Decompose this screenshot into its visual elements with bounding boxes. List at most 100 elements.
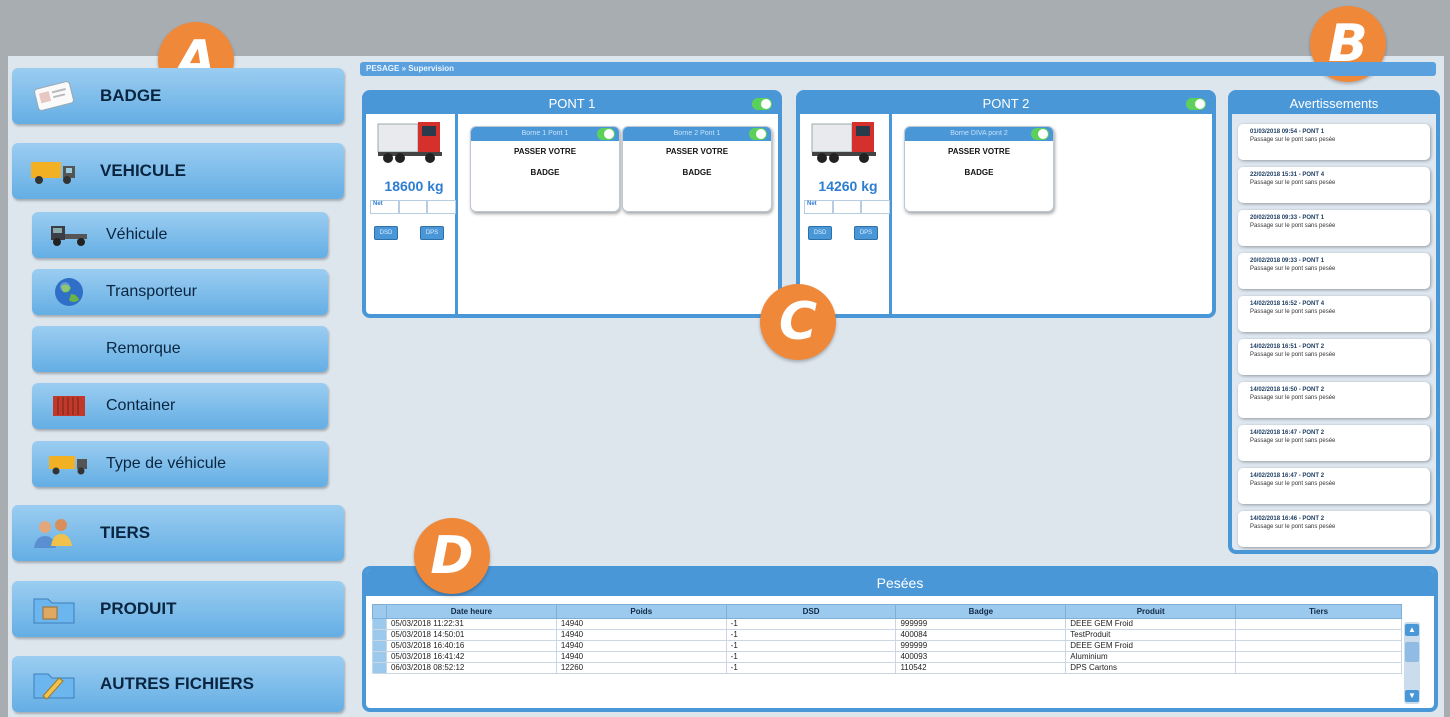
sidebar-item-autres-fichiers[interactable]: AUTRES FICHIERS	[12, 656, 344, 712]
borne-enable-toggle[interactable]	[597, 128, 615, 140]
warning-card[interactable]: 14/02/2018 16:46 - PONT 2 Passage sur le …	[1238, 511, 1430, 547]
column-header[interactable]: Badge	[895, 604, 1067, 619]
truck-column: 18600 kg Net DSD DPS	[366, 114, 458, 314]
table-cell: 05/03/2018 16:41:42	[385, 651, 557, 663]
breadcrumb-current: Supervision	[408, 64, 455, 73]
warning-card[interactable]: 20/02/2018 09:33 - PONT 1 Passage sur le …	[1238, 210, 1430, 246]
sidebar-item-vehicule[interactable]: VEHICULE	[12, 143, 344, 199]
borne-message-line2: BADGE	[530, 168, 560, 177]
pont-header: PONT 2	[800, 94, 1212, 114]
borne-enable-toggle[interactable]	[1031, 128, 1049, 140]
borne-header: Borne DIVA pont 2	[905, 127, 1053, 141]
net-label: Net	[370, 200, 399, 214]
column-header[interactable]: Date heure	[385, 604, 557, 619]
borne-message-line1: PASSER VOTRE	[947, 147, 1011, 156]
table-cell: 06/03/2018 08:52:12	[385, 662, 557, 674]
table-cell: -1	[725, 629, 897, 641]
warning-message: Passage sur le pont sans pesée	[1250, 438, 1336, 444]
borne-message-line2: BADGE	[964, 168, 994, 177]
table-row[interactable]: 06/03/2018 08:52:12 12260 -1 110542 DPS Cart…	[372, 662, 1402, 674]
warning-card[interactable]: 14/02/2018 16:50 - PONT 2 Passage sur le …	[1238, 382, 1430, 418]
table-cell: 110542	[895, 662, 1067, 674]
dps-button[interactable]: DPS	[420, 226, 444, 240]
column-header[interactable]: Tiers	[1235, 604, 1402, 619]
pesees-table: Date heure Poids DSD Badge Produit Tiers…	[372, 604, 1402, 674]
warning-card[interactable]: 14/02/2018 16:51 - PONT 2 Passage sur le …	[1238, 339, 1430, 375]
table-row[interactable]: 05/03/2018 14:50:01 14940 -1 400084 TestProd…	[372, 629, 1402, 641]
pont-weight: 18600 kg	[384, 178, 444, 194]
table-cell: 400084	[895, 629, 1067, 641]
warning-message: Passage sur le pont sans pesée	[1250, 223, 1336, 229]
borne-enable-toggle[interactable]	[749, 128, 767, 140]
sidebar-item-badge[interactable]: BADGE	[12, 68, 344, 124]
warning-date: 14/02/2018 16:50 - PONT 2	[1250, 387, 1325, 393]
sidebar-item-label: Type de véhicule	[106, 455, 227, 472]
net-row: Net	[804, 200, 891, 214]
breadcrumb-root[interactable]: PESAGE	[366, 64, 399, 73]
table-cell: 05/03/2018 16:40:16	[385, 640, 557, 652]
scroll-down-icon[interactable]: ▼	[1405, 690, 1419, 702]
warning-date: 20/02/2018 09:33 - PONT 1	[1250, 258, 1325, 264]
table-cell: 999999	[895, 640, 1067, 652]
borne-header: Borne 1 Pont 1	[471, 127, 619, 141]
dsd-button[interactable]: DSD	[374, 226, 398, 240]
dps-button[interactable]: DPS	[854, 226, 878, 240]
sidebar-item-label: Remorque	[106, 340, 181, 357]
sidebar-item-label: BADGE	[100, 86, 162, 105]
table-cell: 14940	[555, 618, 727, 630]
table-cell: 400093	[895, 651, 1067, 663]
warning-date: 14/02/2018 16:51 - PONT 2	[1250, 344, 1325, 350]
sidebar-item-label: PRODUIT	[100, 599, 177, 618]
warning-card[interactable]: 01/03/2018 09:54 - PONT 1 Passage sur le …	[1238, 124, 1430, 160]
warning-date: 01/03/2018 09:54 - PONT 1	[1250, 129, 1325, 135]
warning-card[interactable]: 14/02/2018 16:52 - PONT 4 Passage sur le …	[1238, 296, 1430, 332]
table-row[interactable]: 05/03/2018 16:41:42 14940 -1 400093 Aluminiu…	[372, 651, 1402, 663]
truck-icon	[44, 444, 94, 484]
warning-date: 14/02/2018 16:47 - PONT 2	[1250, 473, 1325, 479]
column-header[interactable]: DSD	[725, 604, 897, 619]
truck-column: 14260 kg Net DSD DPS	[800, 114, 892, 314]
table-cell: TestProduit	[1065, 629, 1237, 641]
warning-message: Passage sur le pont sans pesée	[1250, 395, 1336, 401]
table-cell: -1	[725, 618, 897, 630]
sidebar-item-type-vehicule[interactable]: Type de véhicule	[32, 441, 328, 487]
pont-enable-toggle[interactable]	[1186, 98, 1206, 110]
sidebar-item-remorque[interactable]: Remorque	[32, 326, 328, 372]
table-row[interactable]: 05/03/2018 16:40:16 14940 -1 999999 DEEE GEM…	[372, 640, 1402, 652]
truck-icon	[26, 151, 82, 191]
table-cell: DEEE GEM Froid	[1065, 618, 1237, 630]
pont-title: PONT 1	[548, 96, 596, 111]
table-row[interactable]: 05/03/2018 11:22:31 14940 -1 999999 DEEE GEM…	[372, 618, 1402, 630]
dsd-button[interactable]: DSD	[808, 226, 832, 240]
pont-1-panel: PONT 1 18600 kg Net DSD DPS Borne 1 Pont…	[362, 90, 782, 318]
sidebar-item-label: VEHICULE	[100, 161, 186, 180]
truck-icon	[811, 122, 876, 163]
tractor-icon	[44, 215, 94, 255]
table-cell: 05/03/2018 14:50:01	[385, 629, 557, 641]
warning-card[interactable]: 22/02/2018 15:31 - PONT 4 Passage sur le …	[1238, 167, 1430, 203]
pont-title: PONT 2	[982, 96, 1030, 111]
sidebar-item-tiers[interactable]: TIERS	[12, 505, 344, 561]
sidebar-item-produit[interactable]: PRODUIT	[12, 581, 344, 637]
callout-c: C	[760, 284, 836, 360]
column-header[interactable]: Produit	[1065, 604, 1237, 619]
pont-enable-toggle[interactable]	[752, 98, 772, 110]
net-label: Net	[804, 200, 833, 214]
remorque-icon-placeholder	[44, 329, 94, 369]
warning-card[interactable]: 14/02/2018 16:47 - PONT 2 Passage sur le …	[1238, 425, 1430, 461]
column-header[interactable]: Poids	[555, 604, 727, 619]
pont-header: PONT 1	[366, 94, 778, 114]
sidebar-item-vehicule-sub[interactable]: Véhicule	[32, 212, 328, 258]
scroll-up-icon[interactable]: ▲	[1405, 624, 1419, 636]
warning-card[interactable]: 20/02/2018 09:33 - PONT 1 Passage sur le …	[1238, 253, 1430, 289]
warning-date: 14/02/2018 16:52 - PONT 4	[1250, 301, 1325, 307]
pesees-panel: Pesées Date heure Poids DSD Badge Produi…	[362, 566, 1438, 712]
table-scrollbar[interactable]: ▲ ▼	[1404, 622, 1420, 704]
borne-title: Borne 2 Pont 1	[673, 130, 721, 137]
sidebar-item-transporteur[interactable]: Transporteur	[32, 269, 328, 315]
table-cell	[1235, 629, 1402, 641]
scroll-thumb[interactable]	[1405, 642, 1419, 662]
globe-icon	[44, 272, 94, 312]
warning-card[interactable]: 14/02/2018 16:47 - PONT 2 Passage sur le …	[1238, 468, 1430, 504]
sidebar-item-container[interactable]: Container	[32, 383, 328, 429]
